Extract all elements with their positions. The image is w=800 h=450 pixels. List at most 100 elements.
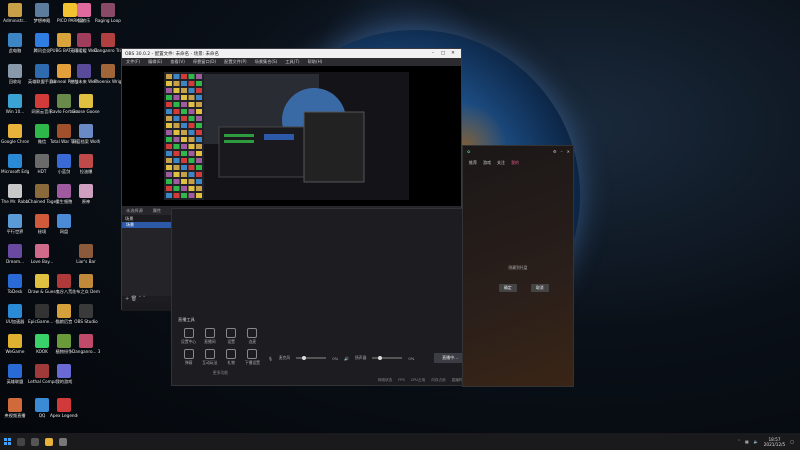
taskbar-obs-button[interactable] [56, 433, 70, 450]
live-tool[interactable]: 连麦 [242, 328, 263, 345]
mini-desktop-icon [188, 193, 195, 198]
desktop-icon[interactable]: Phoenix Wright A... [94, 64, 122, 84]
desktop-icon[interactable]: Google Chrome [1, 124, 29, 144]
desktop-icon[interactable]: Apex Legends [50, 398, 78, 418]
desktop-icon[interactable]: 拉油爆 [72, 154, 100, 174]
taskbar-search-button[interactable] [14, 433, 28, 450]
app-tab[interactable]: 我的 [511, 160, 519, 166]
desktop-icon[interactable]: 花布之众 Demo [72, 274, 100, 294]
remove-icon[interactable]: 🗑 [131, 296, 137, 302]
desktop-icon[interactable]: 我的游戏 [50, 364, 78, 384]
app-tab[interactable]: 游戏 [483, 160, 491, 166]
desktop-icon[interactable]: Microsoft Edge [1, 154, 29, 174]
desktop-icon[interactable]: 央视频直播 [1, 398, 29, 418]
close-icon[interactable]: ✕ [448, 51, 458, 56]
properties-button[interactable]: 属性 [153, 208, 161, 214]
desktop-icon[interactable]: 梦想神殿 [28, 3, 56, 23]
desktop-icon[interactable]: Dream... [1, 244, 29, 264]
live-tool[interactable]: 下播设置 [242, 349, 263, 366]
mic-icon[interactable]: 🎙 [268, 356, 273, 361]
desktop-icon[interactable]: 蔚蓝档案 Wolfgang... [72, 124, 100, 144]
desktop-icon[interactable]: WeGame [1, 334, 29, 354]
side-app-window[interactable]: ✿ ⚙ – ✕ 推荐 游戏 关注 我的 隐藏到托盘 确定 取消 [462, 145, 574, 387]
live-tool[interactable]: 直播间 [199, 328, 220, 345]
desktop-icon-label: 梦想神殿 [33, 18, 51, 23]
desktop-icon[interactable]: Raging Loop [94, 3, 122, 23]
volume-icon[interactable]: 🔈 [754, 439, 759, 444]
start-button[interactable] [0, 433, 14, 450]
app-icon [8, 398, 22, 412]
mini-desktop-icon [181, 137, 187, 142]
desktop-icon[interactable]: Love Bay... [28, 244, 56, 264]
live-tool[interactable]: 设置 [221, 328, 242, 345]
taskbar-chrome-button[interactable] [42, 433, 56, 450]
tool-label: 直播间 [204, 339, 216, 344]
menu-item[interactable]: 配置文件(P) [220, 59, 251, 65]
speaker-icon[interactable]: 🔊 [344, 356, 349, 361]
desktop-icon[interactable]: ToDesk [1, 274, 29, 294]
menu-item[interactable]: 场景集合(S) [251, 59, 282, 65]
app-icon [35, 184, 49, 198]
desktop-icon[interactable]: 原神 [72, 184, 100, 204]
confirm-button[interactable]: 确定 [499, 284, 517, 292]
taskbar-task-view-button[interactable] [28, 433, 42, 450]
obs-titlebar[interactable]: OBS 30.0.2 - 配置文件: 未命名 - 场景: 未命名 – □ ✕ [122, 49, 461, 58]
desktop-icon[interactable]: Danganro... 3 Goodb... [72, 334, 100, 354]
desktop-icon[interactable]: UU加速器 [1, 304, 29, 324]
menu-item[interactable]: 帮助(H) [304, 59, 327, 65]
more-features-link[interactable]: 更多功能 [178, 370, 263, 376]
desktop-icon[interactable]: 网盘 [50, 214, 78, 234]
chevron-up-icon[interactable]: ˄ [738, 439, 740, 444]
menu-item[interactable]: 停靠窗口(D) [189, 59, 220, 65]
close-icon[interactable]: ✕ [567, 149, 573, 154]
live-tool-window[interactable]: 直播工具 设置中心 直播间 设置 连麦 弹幕 互动玩法 礼物 下播设置 更多功能 🎙 麦克风 … [171, 208, 473, 386]
desktop-icon[interactable]: Goose Goose Duck [72, 94, 100, 114]
minimize-icon[interactable]: – [561, 149, 563, 154]
desktop-icon[interactable]: OBS Studio [72, 304, 100, 324]
desktop-icon[interactable]: 此电脑 [1, 33, 29, 53]
minimize-icon[interactable]: – [428, 51, 438, 56]
mini-desktop-icon [196, 109, 202, 114]
menu-item[interactable]: 工具(T) [281, 59, 303, 65]
app-icon [79, 184, 93, 198]
live-tool[interactable]: 礼物 [221, 349, 242, 366]
down-icon[interactable]: ˅ [143, 296, 146, 302]
clock[interactable]: 18:57 2021/12/5 [764, 437, 785, 447]
mini-desktop-icon [188, 81, 195, 86]
mini-desktop-icon [181, 81, 187, 86]
speaker-label: 扬声器 [354, 355, 367, 360]
live-tool[interactable]: 弹幕 [178, 349, 199, 366]
cancel-button[interactable]: 取消 [531, 284, 549, 292]
menu-item[interactable]: 编辑(E) [144, 59, 166, 65]
obs-preview[interactable] [122, 66, 461, 206]
mini-desktop-icon [166, 88, 172, 93]
settings-icon[interactable]: ⚙ [553, 149, 557, 154]
add-icon[interactable]: + [125, 296, 129, 302]
mic-slider[interactable] [296, 356, 327, 360]
app-tab[interactable]: 关注 [497, 160, 505, 166]
desktop-icon[interactable]: The Mr. Rabbit Ma... [1, 184, 29, 204]
mini-desktop-icon [196, 95, 202, 100]
menu-item[interactable]: 文件(F) [122, 59, 144, 65]
desktop-icon[interactable]: 平行世界 [1, 214, 29, 234]
desktop-icon[interactable]: Danganro Trigger H... [94, 33, 122, 53]
mini-desktop-icon [166, 123, 172, 128]
mini-desktop-icon [173, 144, 180, 149]
live-tool[interactable]: 互动玩法 [199, 349, 220, 366]
tool-label: 设置中心 [181, 339, 197, 344]
desktop-icon[interactable]: Liar's Bar [72, 244, 100, 264]
desktop-icon[interactable]: 英雄联盟 [1, 364, 29, 384]
menu-item[interactable]: 查看(V) [166, 59, 189, 65]
speaker-slider[interactable] [372, 356, 403, 360]
desktop-icon[interactable]: 回收站 [1, 64, 29, 84]
network-icon[interactable]: ▦ [745, 439, 749, 444]
desktop-icon[interactable]: Win 10... [1, 94, 29, 114]
system-tray: ˄ ▦ 🔈 18:57 2021/12/5 ▢ [738, 437, 800, 447]
app-tab[interactable]: 推荐 [469, 160, 477, 166]
up-icon[interactable]: ˄ [139, 296, 142, 302]
app-icon [79, 304, 93, 318]
live-tool[interactable]: 设置中心 [178, 328, 199, 345]
notification-icon[interactable]: ▢ [790, 439, 794, 444]
desktop-icon[interactable]: Administr... [1, 3, 29, 23]
maximize-icon[interactable]: □ [438, 51, 448, 56]
